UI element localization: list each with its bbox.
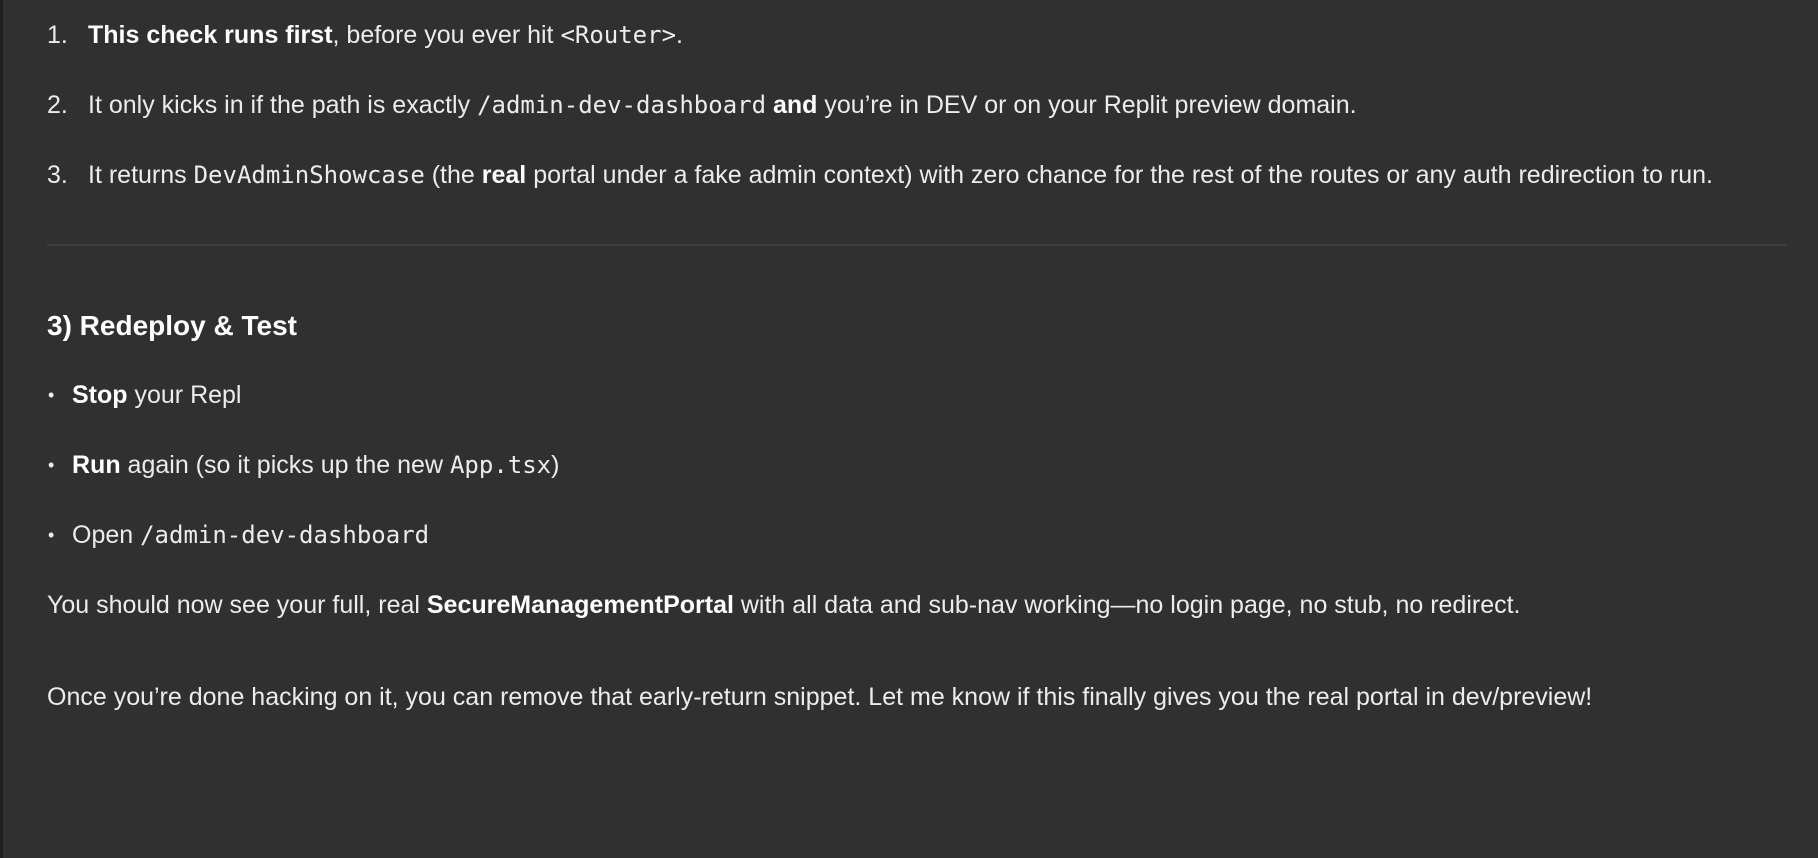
bold-text: Run [72, 451, 121, 479]
bold-text: This check runs first [88, 21, 333, 49]
list-item: • Run again (so it picks up the new App.t… [48, 442, 1787, 488]
inline-code: /admin-dev-dashboard [140, 521, 430, 549]
paragraph-text: You should now see your full, real [47, 591, 427, 619]
list-item: • Stop your Repl [48, 372, 1787, 418]
inline-code: /admin-dev-dashboard [477, 91, 767, 119]
list-text: portal under a fake admin context) with … [526, 161, 1714, 189]
section-heading: 3) Redeploy & Test [47, 310, 297, 341]
inline-code: DevAdminShowcase [193, 161, 425, 189]
list-item: 3. It returns DevAdminShowcase (the real … [47, 152, 1787, 198]
inline-code: App.tsx [449, 451, 552, 479]
list-item: 2. It only kicks in if the path is exactl… [47, 82, 1787, 128]
list-text: . [676, 21, 683, 49]
paragraph-text: with all data and sub-nav working—no log… [733, 591, 1521, 619]
summary-paragraph: You should now see your full, real Secur… [47, 582, 1787, 628]
list-text: , before you ever hit [332, 21, 561, 49]
inline-code: <Router> [560, 21, 677, 49]
bullet-icon: • [48, 525, 55, 545]
list-text: It only kicks in if the path is exactly [88, 91, 478, 119]
closing-paragraph: Once you’re done hacking on it, you can … [47, 683, 1593, 711]
numbered-list: 1. This check runs first, before you ever… [47, 12, 1787, 198]
bold-text: and [773, 91, 818, 119]
list-text: again (so it picks up the new [120, 451, 450, 479]
bold-text: SecureManagementPortal [426, 591, 734, 619]
bullet-list: • Stop your Repl • Run again (so it picks … [47, 372, 1787, 558]
list-text: It returns [88, 161, 194, 189]
list-number: 1. [47, 21, 68, 49]
list-text: Open [72, 521, 141, 549]
bullet-icon: • [48, 385, 55, 405]
list-text: your Repl [127, 381, 242, 409]
list-text: you’re in DEV or on your Replit preview … [817, 91, 1357, 119]
section-divider [47, 244, 1787, 246]
list-text: ) [551, 451, 560, 479]
list-number: 2. [47, 91, 68, 119]
bold-text: real [481, 161, 527, 189]
list-number: 3. [47, 161, 68, 189]
bold-text: Stop [72, 381, 128, 409]
list-item: 1. This check runs first, before you ever… [47, 12, 1787, 58]
list-item: • Open /admin-dev-dashboard [48, 512, 1787, 558]
chat-message-body: 1. This check runs first, before you ever… [47, 12, 1787, 720]
bullet-icon: • [48, 455, 55, 475]
list-text: (the [424, 161, 482, 189]
window-left-border [0, 0, 3, 858]
